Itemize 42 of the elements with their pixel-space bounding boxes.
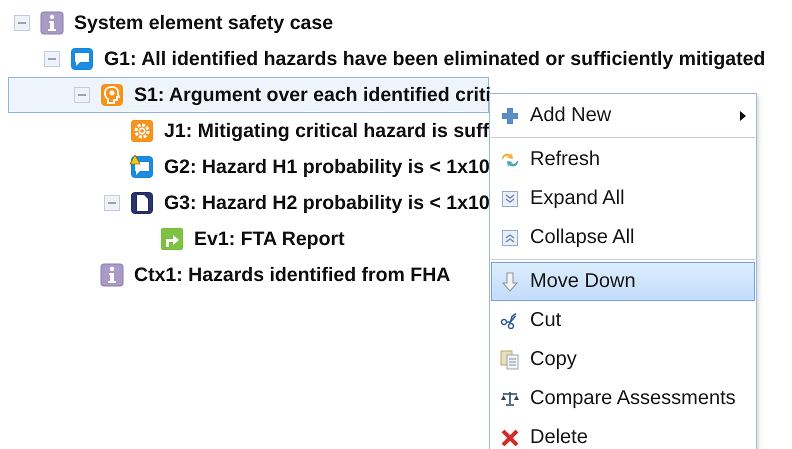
tree-row[interactable]: Ev1: FTA Report (8, 221, 346, 257)
node-label: G1: All identified hazards have been eliminated or sufficiently mitigated (104, 48, 766, 70)
menu-item[interactable]: Add New (491, 96, 755, 135)
tree-row[interactable]: J1: Mitigating critical hazard is suff (8, 113, 490, 149)
tree-row[interactable]: S1: Argument over each identified criti (8, 77, 489, 113)
plus-icon (500, 106, 520, 126)
tree-row[interactable]: G1: All identified hazards have been eliminated or sufficiently mitigated (8, 41, 766, 77)
collapse-all-icon (500, 228, 520, 248)
gear-icon (130, 119, 154, 143)
collapse-icon[interactable] (44, 51, 60, 67)
warning-speech-bubble-icon (130, 155, 154, 179)
menu-item[interactable]: Refresh (491, 140, 755, 179)
down-arrow-icon (500, 272, 520, 292)
node-label: System element safety case (74, 12, 334, 34)
node-label: G3: Hazard H2 probability is < 1x10 (164, 192, 490, 214)
tree-row[interactable]: G2: Hazard H1 probability is < 1x10 (8, 149, 491, 185)
menu-item[interactable]: Expand All (491, 179, 755, 218)
info-icon (40, 11, 64, 35)
collapse-icon[interactable] (104, 195, 120, 211)
menu-item[interactable]: Delete (491, 418, 755, 449)
menu-item[interactable]: Move Down (491, 262, 755, 301)
menu-item[interactable]: Copy (491, 340, 755, 379)
delete-icon (500, 428, 520, 448)
document-icon (130, 191, 154, 215)
menu-item[interactable]: Collapse All (491, 218, 755, 257)
tree-row[interactable]: System element safety case (8, 5, 334, 41)
node-label: G2: Hazard H1 probability is < 1x10 (164, 156, 490, 178)
expand-all-icon (500, 188, 520, 208)
node-label: Ctx1: Hazards identified from FHA (134, 264, 450, 286)
collapse-icon[interactable] (74, 87, 90, 103)
menu-item[interactable]: Cut (491, 301, 755, 340)
info-icon (100, 263, 124, 287)
head-gear-icon (100, 83, 124, 107)
menu-item[interactable]: Compare Assessments (491, 379, 755, 418)
copy-icon (500, 350, 520, 370)
collapse-icon[interactable] (14, 15, 30, 31)
node-label: J1: Mitigating critical hazard is suff (164, 120, 490, 142)
speech-bubble-icon (70, 47, 94, 71)
node-label: S1: Argument over each identified criti (134, 84, 491, 106)
node-label: Ev1: FTA Report (194, 228, 345, 250)
tree-row[interactable]: Ctx1: Hazards identified from FHA (8, 257, 452, 293)
tree-row[interactable]: G3: Hazard H2 probability is < 1x10 (8, 185, 491, 221)
